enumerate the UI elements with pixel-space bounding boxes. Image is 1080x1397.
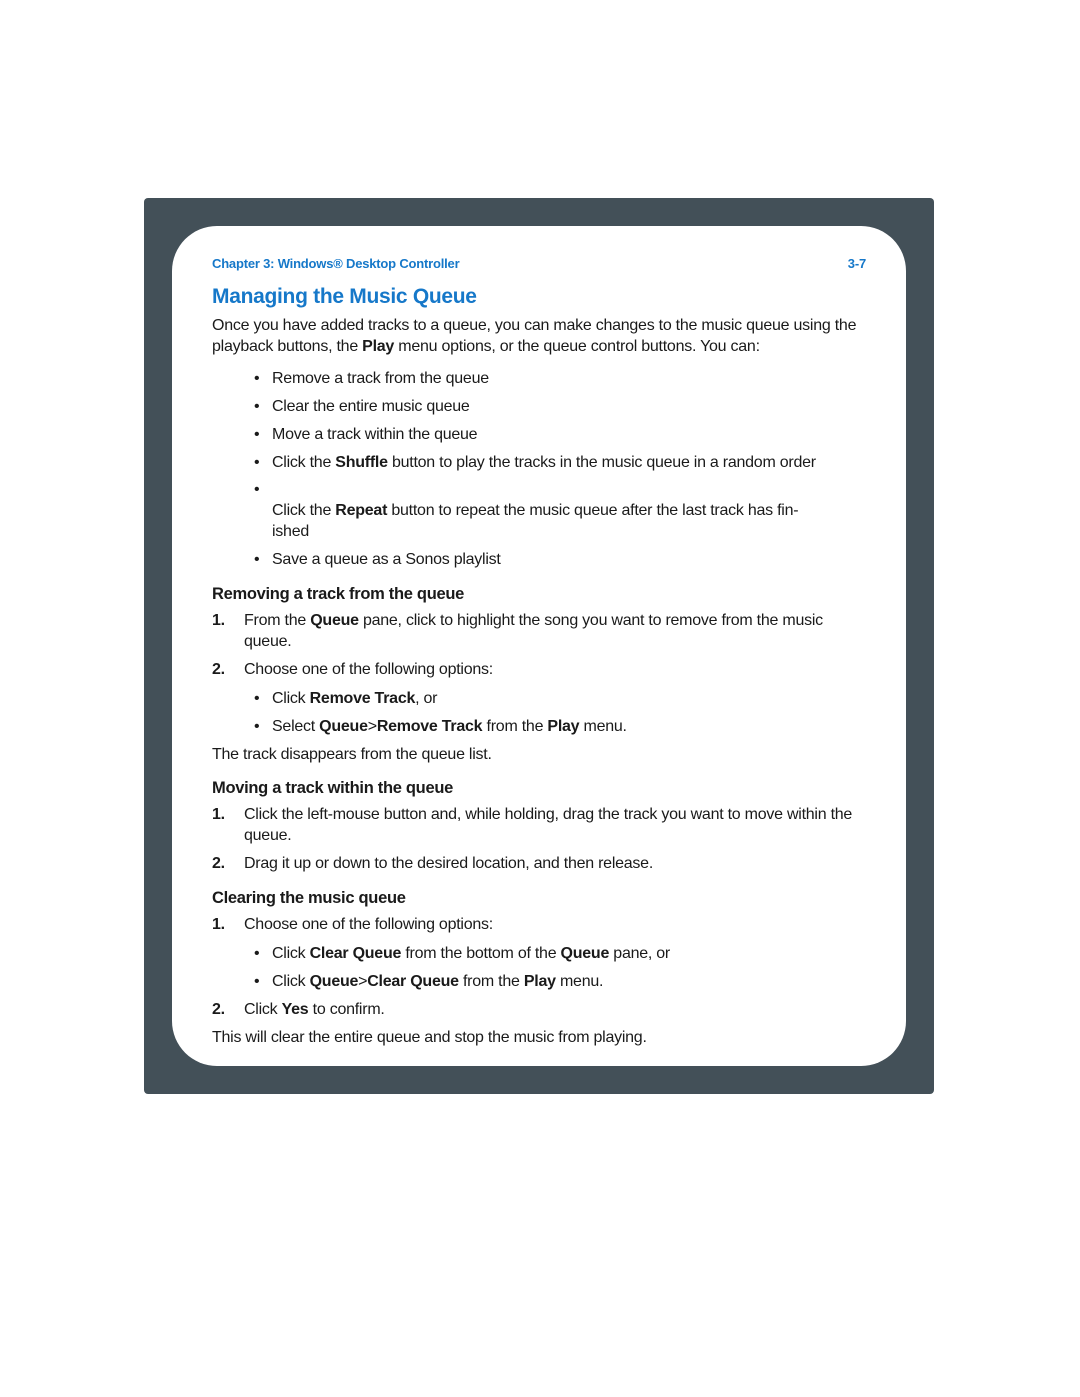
page-header: Chapter 3: Windows® Desktop Controller 3…: [212, 256, 866, 271]
list-item: Move a track within the queue: [272, 425, 866, 446]
subheading-clearing: Clearing the music queue: [212, 889, 866, 908]
page-title: Managing the Music Queue: [212, 285, 866, 309]
sub-bullet-list: Click Clear Queue from the bottom of the…: [244, 943, 866, 992]
list-item: Click Remove Track, or: [272, 688, 866, 709]
step-item: Click Yes to confirm.: [212, 999, 866, 1020]
steps-removing: From the Queue pane, click to highlight …: [212, 610, 866, 738]
document-frame: Chapter 3: Windows® Desktop Controller 3…: [144, 198, 934, 1094]
document-page: Chapter 3: Windows® Desktop Controller 3…: [172, 226, 906, 1066]
intro-paragraph: Once you have added tracks to a queue, y…: [212, 315, 866, 357]
list-item: Click Queue>Clear Queue from the Play me…: [272, 971, 866, 992]
list-item: Click Clear Queue from the bottom of the…: [272, 943, 866, 964]
subheading-removing: Removing a track from the queue: [212, 585, 866, 604]
steps-moving: Click the left-mouse button and, while h…: [212, 804, 866, 874]
step-item: Choose one of the following options: Cli…: [212, 914, 866, 992]
chapter-label: Chapter 3: Windows® Desktop Controller: [212, 256, 459, 271]
closing-text: This will clear the entire queue and sto…: [212, 1027, 866, 1048]
list-item: Save a queue as a Sonos playlist: [272, 550, 866, 571]
sub-bullet-list: Click Remove Track, or Select Queue>Remo…: [244, 688, 866, 737]
list-item: Click the Repeat button to repeat the mu…: [272, 480, 866, 542]
step-item: Drag it up or down to the desired locati…: [212, 853, 866, 874]
step-item: Click the left-mouse button and, while h…: [212, 804, 866, 846]
list-item: Click the Shuffle button to play the tra…: [272, 453, 866, 474]
subheading-moving: Moving a track within the queue: [212, 779, 866, 798]
closing-text: The track disappears from the queue list…: [212, 744, 866, 765]
list-item: Clear the entire music queue: [272, 397, 866, 418]
step-item: From the Queue pane, click to highlight …: [212, 610, 866, 652]
list-item: Remove a track from the queue: [272, 369, 866, 390]
steps-clearing: Choose one of the following options: Cli…: [212, 914, 866, 1020]
page-number: 3-7: [848, 256, 866, 271]
step-item: Choose one of the following options: Cli…: [212, 659, 866, 737]
top-bullet-list: Remove a track from the queue Clear the …: [212, 369, 866, 570]
list-item: Select Queue>Remove Track from the Play …: [272, 716, 866, 737]
